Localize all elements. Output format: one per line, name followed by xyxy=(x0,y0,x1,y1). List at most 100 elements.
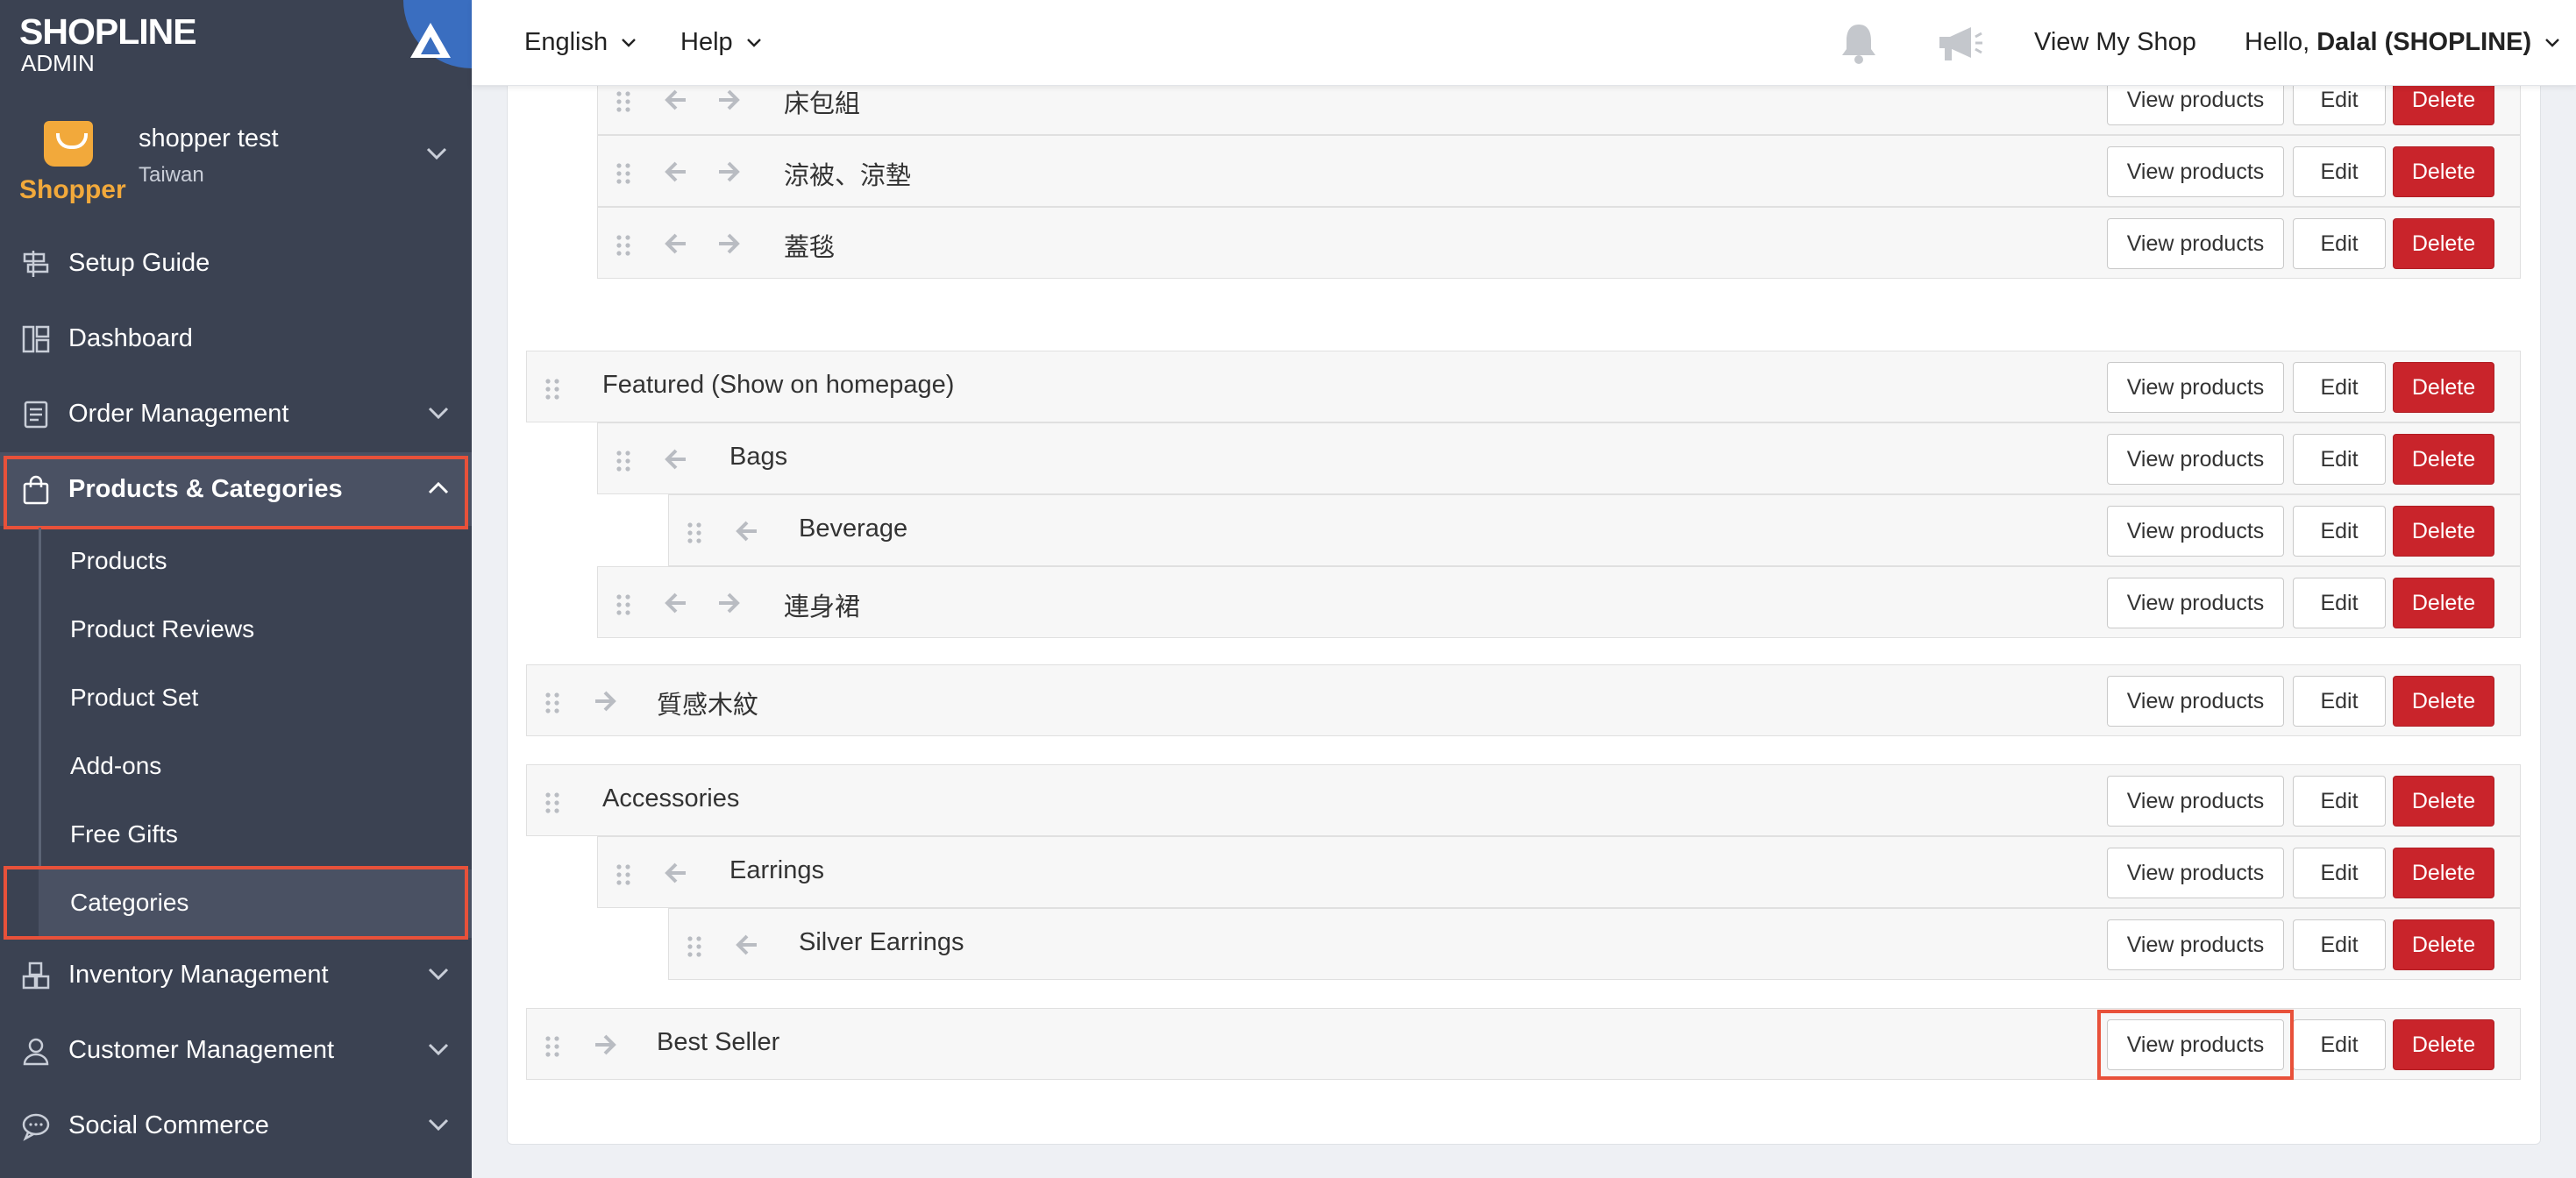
sidebar-item-dashboard[interactable]: Dashboard xyxy=(0,302,472,375)
delete-button[interactable]: Delete xyxy=(2393,776,2494,827)
chevron-down-icon xyxy=(428,1043,449,1055)
boxes-icon xyxy=(22,962,50,990)
category-name: Beverage xyxy=(799,514,908,543)
sidebar-item-order-management[interactable]: Order Management xyxy=(0,377,472,451)
drag-handle-icon[interactable] xyxy=(687,522,702,549)
drag-handle-icon[interactable] xyxy=(544,692,560,719)
delete-button[interactable]: Delete xyxy=(2393,578,2494,628)
delete-button[interactable]: Delete xyxy=(2393,676,2494,727)
drag-handle-icon[interactable] xyxy=(616,863,631,891)
outdent-arrow-left-icon[interactable] xyxy=(736,520,758,547)
sidebar-subitem-products[interactable]: Products xyxy=(39,528,472,596)
category-row: Best Seller View products Edit Delete xyxy=(526,1008,2521,1080)
delete-button[interactable]: Delete xyxy=(2393,506,2494,557)
sidebar-item-customer-management[interactable]: Customer Management xyxy=(0,1013,472,1087)
drag-handle-icon[interactable] xyxy=(544,1035,560,1062)
delete-button[interactable]: Delete xyxy=(2393,218,2494,269)
chat-bubble-icon xyxy=(22,1113,50,1141)
category-row: Beverage View products Edit Delete xyxy=(668,494,2521,566)
edit-button[interactable]: Edit xyxy=(2293,434,2386,485)
view-products-button[interactable]: View products xyxy=(2107,362,2284,413)
edit-button[interactable]: Edit xyxy=(2293,218,2386,269)
drag-handle-icon[interactable] xyxy=(616,162,631,189)
drag-handle-icon[interactable] xyxy=(544,791,560,819)
view-products-button[interactable]: View products xyxy=(2107,146,2284,197)
user-icon xyxy=(23,1038,49,1066)
view-products-button[interactable]: View products xyxy=(2107,434,2284,485)
view-products-button[interactable]: View products xyxy=(2107,218,2284,269)
delete-button[interactable]: Delete xyxy=(2393,848,2494,898)
edit-button[interactable]: Edit xyxy=(2293,578,2386,628)
help-dropdown[interactable]: Help xyxy=(680,28,761,57)
view-my-shop-link[interactable]: View My Shop xyxy=(2034,28,2196,57)
shop-logo: Shopper xyxy=(19,121,126,209)
bell-icon[interactable] xyxy=(1839,21,1878,65)
sidebar-item-inventory-management[interactable]: Inventory Management xyxy=(0,938,472,1011)
shop-name: shopper test xyxy=(139,124,279,153)
edit-button[interactable]: Edit xyxy=(2293,506,2386,557)
outdent-arrow-left-icon[interactable] xyxy=(665,862,687,889)
indent-arrow-right-icon[interactable] xyxy=(594,690,616,717)
sidebar-subitem-add-ons[interactable]: Add-ons xyxy=(39,733,472,801)
sidebar-subitem-free-gifts[interactable]: Free Gifts xyxy=(39,801,472,869)
outdent-arrow-left-icon[interactable] xyxy=(665,448,687,475)
app-switcher-icon[interactable] xyxy=(403,0,472,68)
category-name: 連身裙 xyxy=(784,593,861,621)
delete-button[interactable]: Delete xyxy=(2393,434,2494,485)
sidebar-item-label: Products & Categories xyxy=(68,474,343,503)
indent-arrow-right-icon[interactable] xyxy=(717,592,740,619)
sidebar-item-social-commerce[interactable]: Social Commerce xyxy=(0,1089,472,1162)
view-products-button[interactable]: View products xyxy=(2107,919,2284,970)
category-row: 涼被、涼墊 View products Edit Delete xyxy=(597,135,2521,207)
sidebar-item-label: Social Commerce xyxy=(68,1111,269,1139)
megaphone-icon[interactable] xyxy=(1936,25,1983,63)
indent-arrow-right-icon[interactable] xyxy=(594,1033,616,1061)
sidebar-item-setup-guide[interactable]: Setup Guide xyxy=(0,226,472,300)
view-products-button[interactable]: View products xyxy=(2107,848,2284,898)
sidebar-subitem-product-set[interactable]: Product Set xyxy=(39,664,472,733)
outdent-arrow-left-icon[interactable] xyxy=(665,89,687,116)
delete-button[interactable]: Delete xyxy=(2393,146,2494,197)
view-products-button[interactable]: View products xyxy=(2107,506,2284,557)
indent-arrow-right-icon[interactable] xyxy=(717,89,740,116)
language-dropdown[interactable]: English xyxy=(524,28,637,57)
user-menu[interactable]: Hello, Dalal (SHOPLINE) xyxy=(2245,28,2560,57)
delete-button[interactable]: Delete xyxy=(2393,362,2494,413)
view-products-button[interactable]: View products xyxy=(2107,676,2284,727)
sidebar-subitem-product-reviews[interactable]: Product Reviews xyxy=(39,596,472,664)
edit-button[interactable]: Edit xyxy=(2293,919,2386,970)
indent-arrow-right-icon[interactable] xyxy=(717,160,740,188)
edit-button[interactable]: Edit xyxy=(2293,146,2386,197)
drag-handle-icon[interactable] xyxy=(616,234,631,261)
shop-logo-word: Shopper xyxy=(19,175,126,204)
view-products-button[interactable]: View products xyxy=(2107,776,2284,827)
edit-button[interactable]: Edit xyxy=(2293,1019,2386,1070)
outdent-arrow-left-icon[interactable] xyxy=(665,232,687,259)
view-products-button[interactable]: View products xyxy=(2107,1019,2284,1070)
drag-handle-icon[interactable] xyxy=(544,378,560,405)
indent-arrow-right-icon[interactable] xyxy=(717,232,740,259)
category-row: 質感木紋 View products Edit Delete xyxy=(526,664,2521,736)
drag-handle-icon[interactable] xyxy=(616,90,631,117)
drag-handle-icon[interactable] xyxy=(687,935,702,962)
help-label: Help xyxy=(680,28,733,56)
brand-logo[interactable]: SHOPLINE ADMIN xyxy=(19,12,197,75)
sidebar-subitem-categories[interactable]: Categories xyxy=(39,869,472,938)
edit-button[interactable]: Edit xyxy=(2293,776,2386,827)
edit-button[interactable]: Edit xyxy=(2293,676,2386,727)
sidebar-item-products-categories[interactable]: Products & Categories xyxy=(0,452,472,526)
chevron-down-icon xyxy=(746,39,761,48)
outdent-arrow-left-icon[interactable] xyxy=(665,592,687,619)
outdent-arrow-left-icon[interactable] xyxy=(736,933,758,961)
view-products-button[interactable]: View products xyxy=(2107,578,2284,628)
delete-button[interactable]: Delete xyxy=(2393,1019,2494,1070)
main-content: View productsEditDelete床包組View productsE… xyxy=(472,0,2576,1178)
outdent-arrow-left-icon[interactable] xyxy=(665,160,687,188)
edit-button[interactable]: Edit xyxy=(2293,848,2386,898)
edit-button[interactable]: Edit xyxy=(2293,362,2386,413)
delete-button[interactable]: Delete xyxy=(2393,919,2494,970)
chevron-down-icon xyxy=(622,39,637,48)
drag-handle-icon[interactable] xyxy=(616,593,631,621)
drag-handle-icon[interactable] xyxy=(616,450,631,477)
shop-switcher[interactable]: Shopper shopper test Taiwan xyxy=(0,103,472,216)
